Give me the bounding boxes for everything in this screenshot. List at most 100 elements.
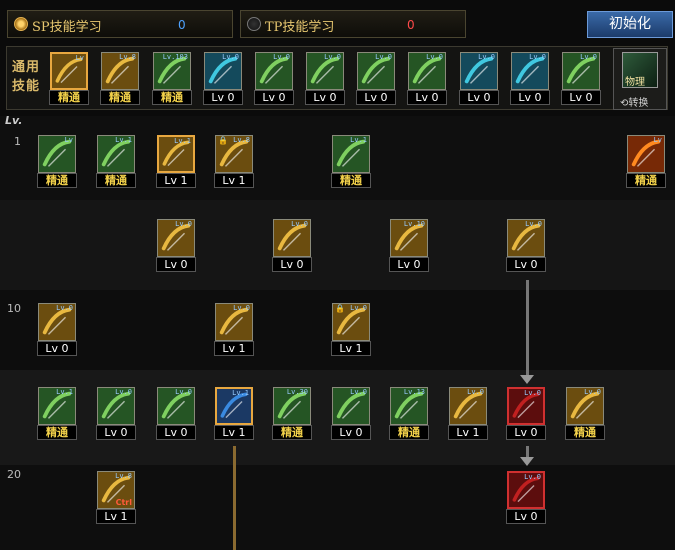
- boot-icon[interactable]: Lv.0: [562, 52, 600, 90]
- skill-required-level: Lv.8: [115, 472, 132, 480]
- vortex-icon[interactable]: Lv.0: [215, 303, 253, 341]
- spark-icon[interactable]: Lv.0: [157, 219, 195, 257]
- target-icon[interactable]: Lv.0: [255, 52, 293, 90]
- general-skill-4[interactable]: Lv.0 Lv 0: [203, 52, 243, 106]
- tree-skill-r4-7[interactable]: Lv.13 精通: [389, 387, 429, 441]
- wings-icon[interactable]: Lv.0: [204, 52, 242, 90]
- general-skill-2[interactable]: Lv.8 精通: [100, 52, 140, 106]
- slash-icon[interactable]: Lv: [50, 52, 88, 90]
- claw-icon[interactable]: Lv.0 🔒: [332, 303, 370, 341]
- physical-swap-icon[interactable]: 物理: [622, 52, 658, 88]
- tree-skill-r2-4[interactable]: Lv.0 Lv 0: [506, 219, 546, 273]
- greatsword-icon[interactable]: Lv.30: [273, 387, 311, 425]
- skill-level-label: 精通: [389, 425, 429, 440]
- general-skill-6[interactable]: Lv.0 Lv 0: [305, 52, 345, 106]
- skill-required-level: Lv.0: [175, 220, 192, 228]
- skill-required-level: Lv.13: [403, 388, 425, 396]
- skill-required-level: Lv.0: [324, 53, 341, 61]
- swap-type-button[interactable]: 物理 ⟲转换: [613, 48, 667, 110]
- skill-level-label: 精通: [331, 173, 371, 188]
- wave-icon[interactable]: Lv.10: [390, 219, 428, 257]
- tree-skill-r4-6[interactable]: Lv.0 Lv 0: [331, 387, 371, 441]
- tree-skill-r2-3[interactable]: Lv.10 Lv 0: [389, 219, 429, 273]
- tree-skill-r4-1[interactable]: Lv.1 精通: [37, 387, 77, 441]
- general-skill-10[interactable]: Lv.0 Lv 0: [510, 52, 550, 106]
- tree-skill-r1-5[interactable]: Lv.1 精通: [331, 135, 371, 189]
- general-skill-1[interactable]: Lv 精通: [49, 52, 89, 106]
- dash-icon[interactable]: Lv.0: [357, 52, 395, 90]
- burst-icon[interactable]: Lv: [627, 135, 665, 173]
- streak-icon[interactable]: Lv.0: [449, 387, 487, 425]
- tree-skill-r4-3[interactable]: Lv.0 Lv 0: [156, 387, 196, 441]
- skill-required-level: Lv.1: [350, 136, 367, 144]
- prereq-arrow-2: [520, 457, 534, 466]
- cut-icon[interactable]: Lv: [38, 135, 76, 173]
- general-skill-7[interactable]: Lv.0 Lv 0: [356, 52, 396, 106]
- cross-slash-icon[interactable]: Lv.1: [215, 387, 253, 425]
- tree-skill-r4-10[interactable]: Lv.0 精通: [565, 387, 605, 441]
- tree-skill-r2-1[interactable]: Lv.0 Lv 0: [156, 219, 196, 273]
- sp-points: 0: [178, 18, 186, 32]
- eye-icon[interactable]: Lv.0: [460, 52, 498, 90]
- tree-skill-r4-9[interactable]: Lv.0 Lv 0: [506, 387, 546, 441]
- general-skill-3[interactable]: Lv.103 精通: [152, 52, 192, 106]
- sp-radio[interactable]: [14, 17, 28, 31]
- star-burst-icon[interactable]: Lv.0: [332, 387, 370, 425]
- shield-icon[interactable]: Lv.0: [507, 219, 545, 257]
- rage-icon[interactable]: Lv.0: [507, 387, 545, 425]
- tree-skill-r3-3[interactable]: Lv.0 🔒 Lv 1: [331, 303, 371, 357]
- tree-skill-r1-4[interactable]: Lv.8 🔒 Lv 1: [214, 135, 254, 189]
- general-skill-8[interactable]: Lv.0 Lv 0: [407, 52, 447, 106]
- general-skill-11[interactable]: Lv.0 Lv 0: [561, 52, 601, 106]
- runner-icon[interactable]: Lv.0: [408, 52, 446, 90]
- tree-skill-r4-4[interactable]: Lv.1 Lv 1: [214, 387, 254, 441]
- general-skill-5[interactable]: Lv.0 Lv 0: [254, 52, 294, 106]
- skill-level-label: Lv 0: [459, 90, 499, 105]
- sword-icon[interactable]: Lv.0: [97, 387, 135, 425]
- tab-sp-label: SP技能学习: [32, 20, 102, 35]
- reset-button[interactable]: 初始化: [587, 11, 673, 38]
- level-marker-10: 10: [7, 302, 21, 315]
- kick-icon[interactable]: Lv.103: [153, 52, 191, 90]
- crescent-ctrl-icon[interactable]: Lv.8 Ctrl: [97, 471, 135, 509]
- tree-skill-r5-2[interactable]: Lv.0 Lv 0: [506, 471, 546, 525]
- armor-icon[interactable]: Lv.0: [507, 471, 545, 509]
- skill-required-level: Lv.0: [222, 53, 239, 61]
- chevrons-icon[interactable]: Lv.0: [273, 219, 311, 257]
- tree-skill-r2-2[interactable]: Lv.0 Lv 0: [272, 219, 312, 273]
- tree-skill-r4-2[interactable]: Lv.0 Lv 0: [96, 387, 136, 441]
- skill-required-level: Lv: [75, 54, 84, 62]
- tree-skill-r4-5[interactable]: Lv.30 精通: [272, 387, 312, 441]
- target2-icon[interactable]: Lv.0: [306, 52, 344, 90]
- lock-icon: 🔒: [335, 304, 345, 313]
- skill-required-level: Lv.30: [286, 388, 308, 396]
- tree-skill-r1-2[interactable]: Lv.1 精通: [96, 135, 136, 189]
- tree-skill-r3-1[interactable]: Lv.0 Lv 0: [37, 303, 77, 357]
- blade-arc-icon[interactable]: Lv.1: [157, 135, 195, 173]
- x-slash-icon[interactable]: Lv.13: [390, 387, 428, 425]
- fist-icon[interactable]: Lv.8: [101, 52, 139, 90]
- tier-band-2: [0, 200, 675, 290]
- tree-skill-r4-8[interactable]: Lv.0 Lv 1: [448, 387, 488, 441]
- crescent-icon[interactable]: Lv.8 🔒: [215, 135, 253, 173]
- stance-icon[interactable]: Lv.1: [97, 135, 135, 173]
- tree-skill-r5-1[interactable]: Lv.8 Ctrl Lv 1: [96, 471, 136, 525]
- tp-radio[interactable]: [247, 17, 261, 31]
- tree-skill-r1-6[interactable]: Lv 精通: [626, 135, 666, 189]
- palm-icon[interactable]: Lv.1: [38, 387, 76, 425]
- toggle-icon[interactable]: Lv.1: [332, 135, 370, 173]
- lightning-icon[interactable]: Lv.0: [38, 303, 76, 341]
- tree-skill-r1-3[interactable]: Lv.1 Lv 1: [156, 135, 196, 189]
- tab-sp-skills[interactable]: SP技能学习 0: [7, 10, 233, 38]
- tree-skill-r1-1[interactable]: Lv 精通: [37, 135, 77, 189]
- skill-level-label: Lv 0: [331, 425, 371, 440]
- tab-tp-skills[interactable]: TP技能学习 0: [240, 10, 466, 38]
- skill-level-label: Lv 0: [203, 90, 243, 105]
- general-skill-9[interactable]: Lv.0 Lv 0: [459, 52, 499, 106]
- ultimate-icon[interactable]: Lv.0: [566, 387, 604, 425]
- body-icon[interactable]: Lv.0: [511, 52, 549, 90]
- ctrl-hotkey-label: Ctrl: [115, 498, 132, 507]
- katana-icon[interactable]: Lv.0: [157, 387, 195, 425]
- tree-skill-r3-2[interactable]: Lv.0 Lv 1: [214, 303, 254, 357]
- skill-level-label: Lv 0: [37, 341, 77, 356]
